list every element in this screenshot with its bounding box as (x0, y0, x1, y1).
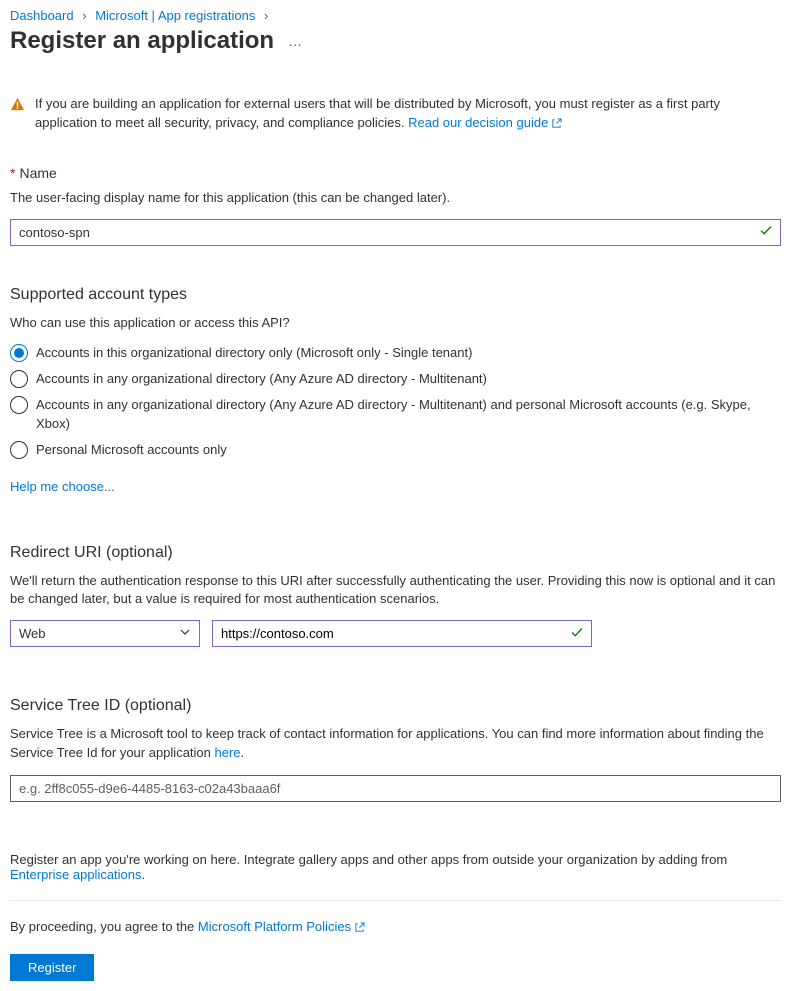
breadcrumb-app-registrations[interactable]: Microsoft | App registrations (95, 8, 255, 23)
warning-text: If you are building an application for e… (35, 96, 720, 130)
warning-banner: If you are building an application for e… (10, 95, 781, 135)
redirect-helper: We'll return the authentication response… (10, 572, 781, 608)
service-tree-input[interactable] (10, 775, 781, 802)
help-me-choose-link[interactable]: Help me choose... (10, 479, 115, 494)
warning-icon (10, 97, 25, 135)
platform-value: Web (19, 626, 46, 641)
redirect-heading: Redirect URI (optional) (10, 544, 781, 562)
name-helper: The user-facing display name for this ap… (10, 189, 781, 207)
service-tree-helper: Service Tree is a Microsoft tool to keep… (10, 725, 781, 763)
radio-label: Accounts in this organizational director… (36, 344, 472, 362)
checkmark-icon (759, 224, 773, 241)
service-tree-here-link[interactable]: here (215, 745, 241, 760)
chevron-right-icon: › (82, 8, 86, 23)
decision-guide-link[interactable]: Read our decision guide (408, 115, 562, 130)
name-input[interactable] (10, 219, 781, 246)
service-tree-heading: Service Tree ID (optional) (10, 697, 781, 715)
chevron-right-icon: › (264, 8, 268, 23)
account-types-radio-group: Accounts in this organizational director… (10, 344, 781, 459)
platform-policies-link[interactable]: Microsoft Platform Policies (198, 919, 365, 934)
agreement-text: By proceeding, you agree to the Microsof… (10, 919, 781, 936)
radio-label: Accounts in any organizational directory… (36, 396, 781, 432)
name-label: *Name (10, 165, 781, 181)
account-types-question: Who can use this application or access t… (10, 314, 781, 332)
radio-icon (10, 344, 28, 362)
external-link-icon (354, 921, 365, 936)
radio-multitenant-personal[interactable]: Accounts in any organizational directory… (10, 396, 781, 432)
footer-note: Register an app you're working on here. … (10, 852, 781, 901)
radio-label: Personal Microsoft accounts only (36, 441, 227, 459)
radio-icon (10, 370, 28, 388)
chevron-down-icon (179, 626, 191, 641)
breadcrumb-dashboard[interactable]: Dashboard (10, 8, 74, 23)
enterprise-applications-link[interactable]: Enterprise applications (10, 867, 142, 882)
more-icon[interactable]: … (288, 33, 303, 49)
register-button[interactable]: Register (10, 954, 94, 981)
radio-icon (10, 396, 28, 414)
radio-single-tenant[interactable]: Accounts in this organizational director… (10, 344, 781, 362)
radio-icon (10, 441, 28, 459)
required-indicator: * (10, 165, 15, 181)
radio-personal-only[interactable]: Personal Microsoft accounts only (10, 441, 781, 459)
account-types-heading: Supported account types (10, 286, 781, 304)
redirect-url-input[interactable] (212, 620, 592, 647)
radio-label: Accounts in any organizational directory… (36, 370, 487, 388)
checkmark-icon (570, 625, 584, 642)
breadcrumb: Dashboard › Microsoft | App registration… (10, 8, 781, 23)
platform-select[interactable]: Web (10, 620, 200, 647)
page-title: Register an application (10, 27, 274, 55)
radio-multitenant[interactable]: Accounts in any organizational directory… (10, 370, 781, 388)
external-link-icon (551, 116, 562, 135)
